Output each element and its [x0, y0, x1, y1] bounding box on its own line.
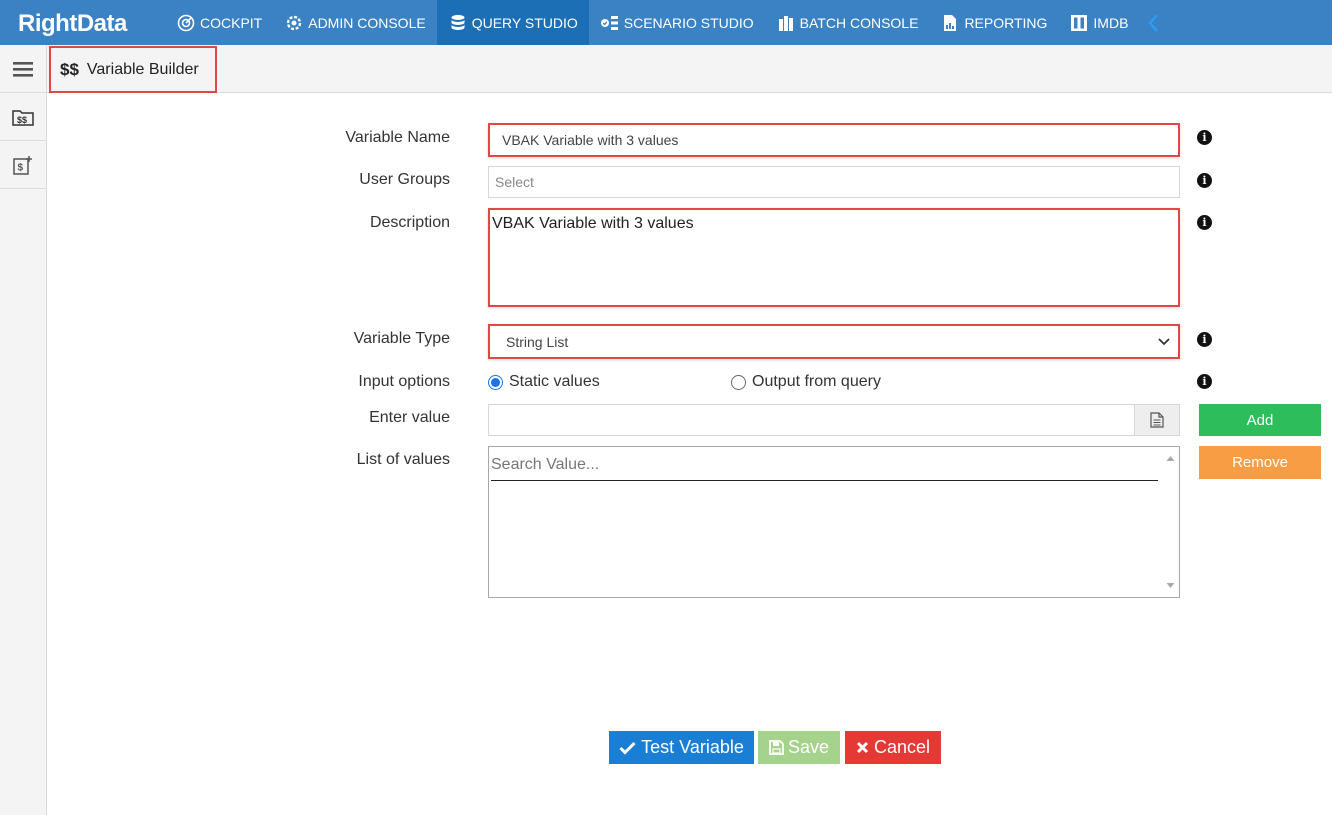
- variable-name-input[interactable]: VBAK Variable with 3 values: [488, 123, 1180, 157]
- nav-scenario-studio[interactable]: SCENARIO STUDIO: [589, 0, 765, 45]
- list-of-values-box[interactable]: Search Value...: [488, 446, 1180, 598]
- variable-name-label: Variable Name: [345, 129, 450, 146]
- close-icon: [856, 741, 869, 754]
- nav-admin-console[interactable]: ADMIN CONSOLE: [273, 0, 436, 45]
- save-label: Save: [787, 737, 830, 757]
- variable-list-icon[interactable]: $$: [0, 93, 46, 141]
- nav-query-studio-label: QUERY STUDIO: [471, 14, 578, 31]
- cancel-button[interactable]: Cancel: [845, 731, 941, 764]
- scrollbar-arrows-icon: [1166, 456, 1175, 588]
- nav-cockpit[interactable]: COCKPIT: [165, 0, 273, 45]
- nav-batch-console-label: BATCH CONSOLE: [799, 14, 919, 31]
- cancel-label: Cancel: [873, 737, 931, 757]
- page-title: $$ Variable Builder: [49, 46, 217, 93]
- svg-text:RightData: RightData: [18, 10, 128, 37]
- test-variable-label: Test Variable: [641, 737, 744, 757]
- nav-reporting[interactable]: REPORTING: [929, 0, 1058, 45]
- top-nav: RightData COCKPIT ADMIN CONSOLE QUERY ST…: [0, 0, 1332, 45]
- imdb-icon: [1069, 13, 1089, 33]
- save-button[interactable]: Save: [758, 731, 840, 764]
- nav-query-studio[interactable]: QUERY STUDIO: [436, 0, 589, 45]
- search-value-placeholder: Search Value...: [491, 455, 600, 473]
- variable-type-select[interactable]: String List: [488, 324, 1180, 359]
- enter-value-input[interactable]: [488, 404, 1135, 436]
- chevron-left-icon[interactable]: [1139, 0, 1159, 45]
- sub-header: $$ Variable Builder: [0, 45, 1332, 93]
- description-textarea[interactable]: VBAK Variable with 3 values: [488, 208, 1180, 307]
- static-values-radio[interactable]: Static values: [488, 373, 600, 391]
- description-label: Description: [369, 214, 450, 231]
- remove-button[interactable]: Remove: [1199, 446, 1321, 479]
- database-icon: [448, 13, 468, 33]
- radio-unselected-icon: [731, 374, 746, 390]
- page-title-label: Variable Builder: [86, 60, 199, 78]
- description-value: VBAK Variable with 3 values: [492, 215, 694, 232]
- input-options-info-icon[interactable]: i: [1197, 374, 1212, 389]
- floppy-disk-icon: [769, 740, 784, 755]
- nav-cockpit-label: COCKPIT: [200, 14, 263, 31]
- file-upload-button[interactable]: [1134, 404, 1180, 436]
- output-from-query-label: Output from query: [752, 373, 881, 390]
- variable-type-info-icon[interactable]: i: [1197, 332, 1212, 347]
- variable-type-value: String List: [506, 333, 569, 350]
- left-sidebar: $$ $: [0, 93, 47, 815]
- nav-scenario-studio-label: SCENARIO STUDIO: [623, 14, 754, 31]
- scenario-icon: [600, 13, 620, 33]
- menu-toggle-icon[interactable]: [0, 45, 47, 92]
- nav-imdb-label: IMDB: [1093, 14, 1129, 31]
- cockpit-icon: [176, 13, 196, 33]
- svg-text:$: $: [18, 162, 24, 173]
- svg-text:$$: $$: [17, 115, 27, 125]
- variable-name-value: VBAK Variable with 3 values: [502, 132, 679, 148]
- user-groups-placeholder: Select: [495, 174, 534, 190]
- file-icon: [1150, 412, 1164, 428]
- gear-icon: [284, 13, 304, 33]
- test-variable-button[interactable]: Test Variable: [609, 731, 754, 764]
- list-of-values-label: List of values: [356, 451, 450, 468]
- app-logo[interactable]: RightData: [0, 0, 165, 45]
- user-groups-info-icon[interactable]: i: [1197, 173, 1212, 188]
- static-values-label: Static values: [509, 373, 600, 390]
- input-options-label: Input options: [358, 373, 450, 390]
- list-scrollbar[interactable]: [1162, 447, 1179, 597]
- variable-icon: $$: [60, 59, 79, 79]
- batch-icon: [776, 13, 796, 33]
- rightdata-logo: RightData: [18, 10, 128, 37]
- variable-name-info-icon[interactable]: i: [1197, 130, 1212, 145]
- add-variable-icon[interactable]: $: [0, 141, 46, 189]
- report-icon: [940, 13, 960, 33]
- output-from-query-radio[interactable]: Output from query: [731, 373, 881, 391]
- user-groups-label: User Groups: [359, 171, 450, 188]
- description-info-icon[interactable]: i: [1197, 215, 1212, 230]
- chevron-down-icon: [1158, 337, 1170, 345]
- nav-imdb[interactable]: IMDB: [1058, 0, 1139, 45]
- nav-reporting-label: REPORTING: [964, 14, 1048, 31]
- nav-batch-console[interactable]: BATCH CONSOLE: [765, 0, 930, 45]
- user-groups-select[interactable]: Select: [488, 166, 1180, 198]
- add-button[interactable]: Add: [1199, 404, 1321, 436]
- enter-value-label: Enter value: [369, 409, 450, 426]
- search-value-input[interactable]: Search Value...: [491, 449, 1158, 481]
- variable-type-label: Variable Type: [353, 330, 450, 347]
- radio-selected-icon: [488, 374, 503, 390]
- check-icon: [619, 741, 636, 755]
- nav-admin-console-label: ADMIN CONSOLE: [308, 14, 426, 31]
